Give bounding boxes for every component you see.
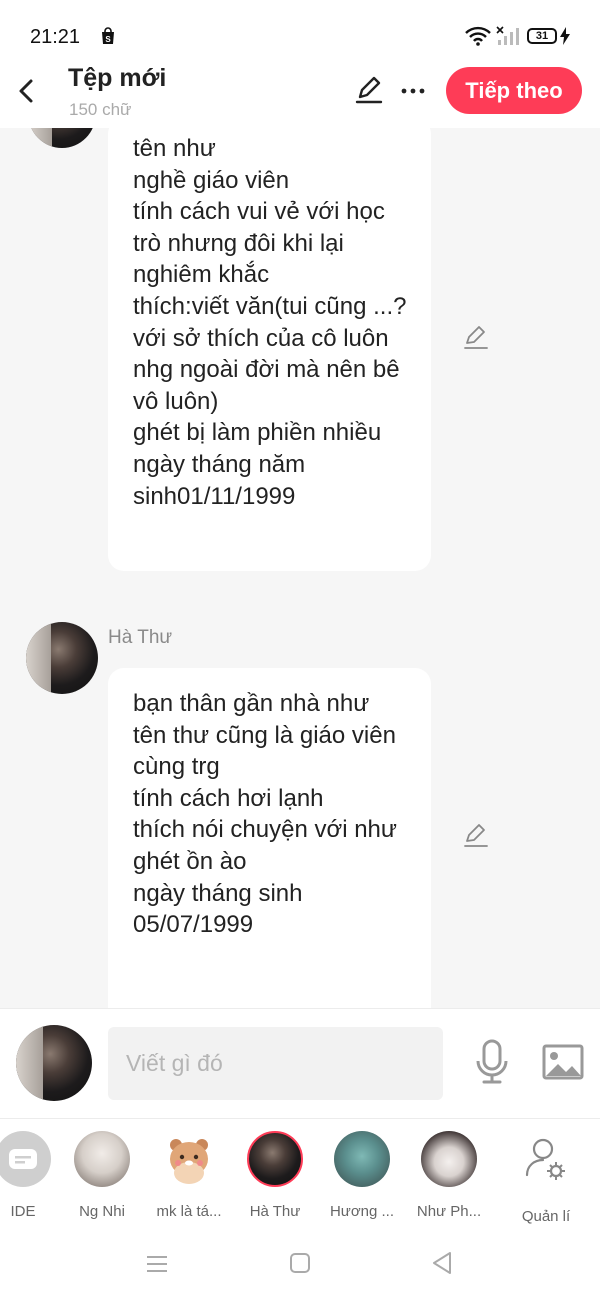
- word-count: 150 chữ: [69, 100, 132, 119]
- character-avatar: [247, 1131, 303, 1187]
- microphone-icon[interactable]: [474, 1039, 510, 1085]
- header: Tệp mới 150 chữ Tiếp theo: [0, 60, 600, 128]
- current-character-avatar[interactable]: [16, 1025, 92, 1101]
- character-avatar: [334, 1131, 390, 1187]
- character-avatar: [161, 1131, 217, 1187]
- home-icon[interactable]: [289, 1252, 311, 1274]
- character-avatar: [0, 1131, 51, 1187]
- wifi-icon: [465, 26, 491, 46]
- avatar[interactable]: [28, 128, 96, 148]
- message-text: bạn thân gần nhà như tên thư cũng là giá…: [133, 690, 397, 939]
- message-text: tên như nghề giáo viên tính cách vui vẻ …: [133, 135, 407, 510]
- battery-indicator: 31: [527, 28, 557, 44]
- character-item[interactable]: mk là tá...: [144, 1131, 234, 1220]
- shopping-bag-icon: S: [102, 27, 114, 44]
- character-name: Ng Nhi: [79, 1203, 125, 1220]
- image-icon[interactable]: [542, 1043, 584, 1081]
- cell-signal-icon: [496, 26, 519, 45]
- back-triangle-icon[interactable]: [430, 1250, 454, 1276]
- bear-sticker-icon: [170, 1139, 208, 1184]
- character-name: mk là tá...: [156, 1203, 222, 1220]
- back-arrow-icon[interactable]: [14, 76, 40, 106]
- status-time: 21:21: [30, 26, 81, 48]
- next-button[interactable]: Tiếp theo: [446, 67, 582, 114]
- sender-name: Hà Thư: [108, 627, 173, 648]
- character-name: Hương ...: [329, 1203, 395, 1220]
- character-item[interactable]: Ng Nhi: [57, 1131, 147, 1220]
- recent-apps-icon[interactable]: [145, 1252, 169, 1276]
- page-title: Tệp mới: [68, 64, 167, 92]
- edit-message-icon[interactable]: [463, 823, 489, 849]
- charging-bolt-icon: [560, 27, 570, 45]
- edit-pencil-icon[interactable]: [354, 75, 384, 105]
- character-avatar: [421, 1131, 477, 1187]
- more-options-icon[interactable]: [400, 78, 426, 104]
- character-item[interactable]: Hương ...: [317, 1131, 407, 1220]
- status-bar: 21:21 S 31: [0, 0, 600, 60]
- avatar[interactable]: [26, 622, 98, 694]
- character-name: Như Ph...: [416, 1203, 482, 1220]
- message-bubble[interactable]: tên như nghề giáo viên tính cách vui vẻ …: [108, 128, 431, 571]
- character-item[interactable]: Như Ph...: [404, 1131, 494, 1220]
- manage-user-icon: [525, 1138, 565, 1180]
- svg-text:S: S: [105, 35, 111, 44]
- message-bubble[interactable]: bạn thân gần nhà như tên thư cũng là giá…: [108, 668, 431, 1008]
- character-name: Quản lí: [521, 1208, 571, 1225]
- chat-bubble-icon: [9, 1149, 37, 1169]
- character-name: Hà Thư: [249, 1203, 301, 1220]
- composer: [0, 1008, 600, 1118]
- manage-characters-button[interactable]: Quản lí: [501, 1131, 591, 1225]
- character-avatar: [74, 1131, 130, 1187]
- message-input[interactable]: [108, 1027, 443, 1100]
- message-feed[interactable]: tên như nghề giáo viên tính cách vui vẻ …: [0, 128, 600, 1008]
- character-selector: IDE Ng Nhi mk là tá... Hà Thư Hương ...: [0, 1118, 600, 1230]
- edit-message-icon[interactable]: [463, 325, 489, 351]
- character-item-selected[interactable]: Hà Thư: [230, 1131, 320, 1220]
- system-navigation-bar: [0, 1230, 600, 1300]
